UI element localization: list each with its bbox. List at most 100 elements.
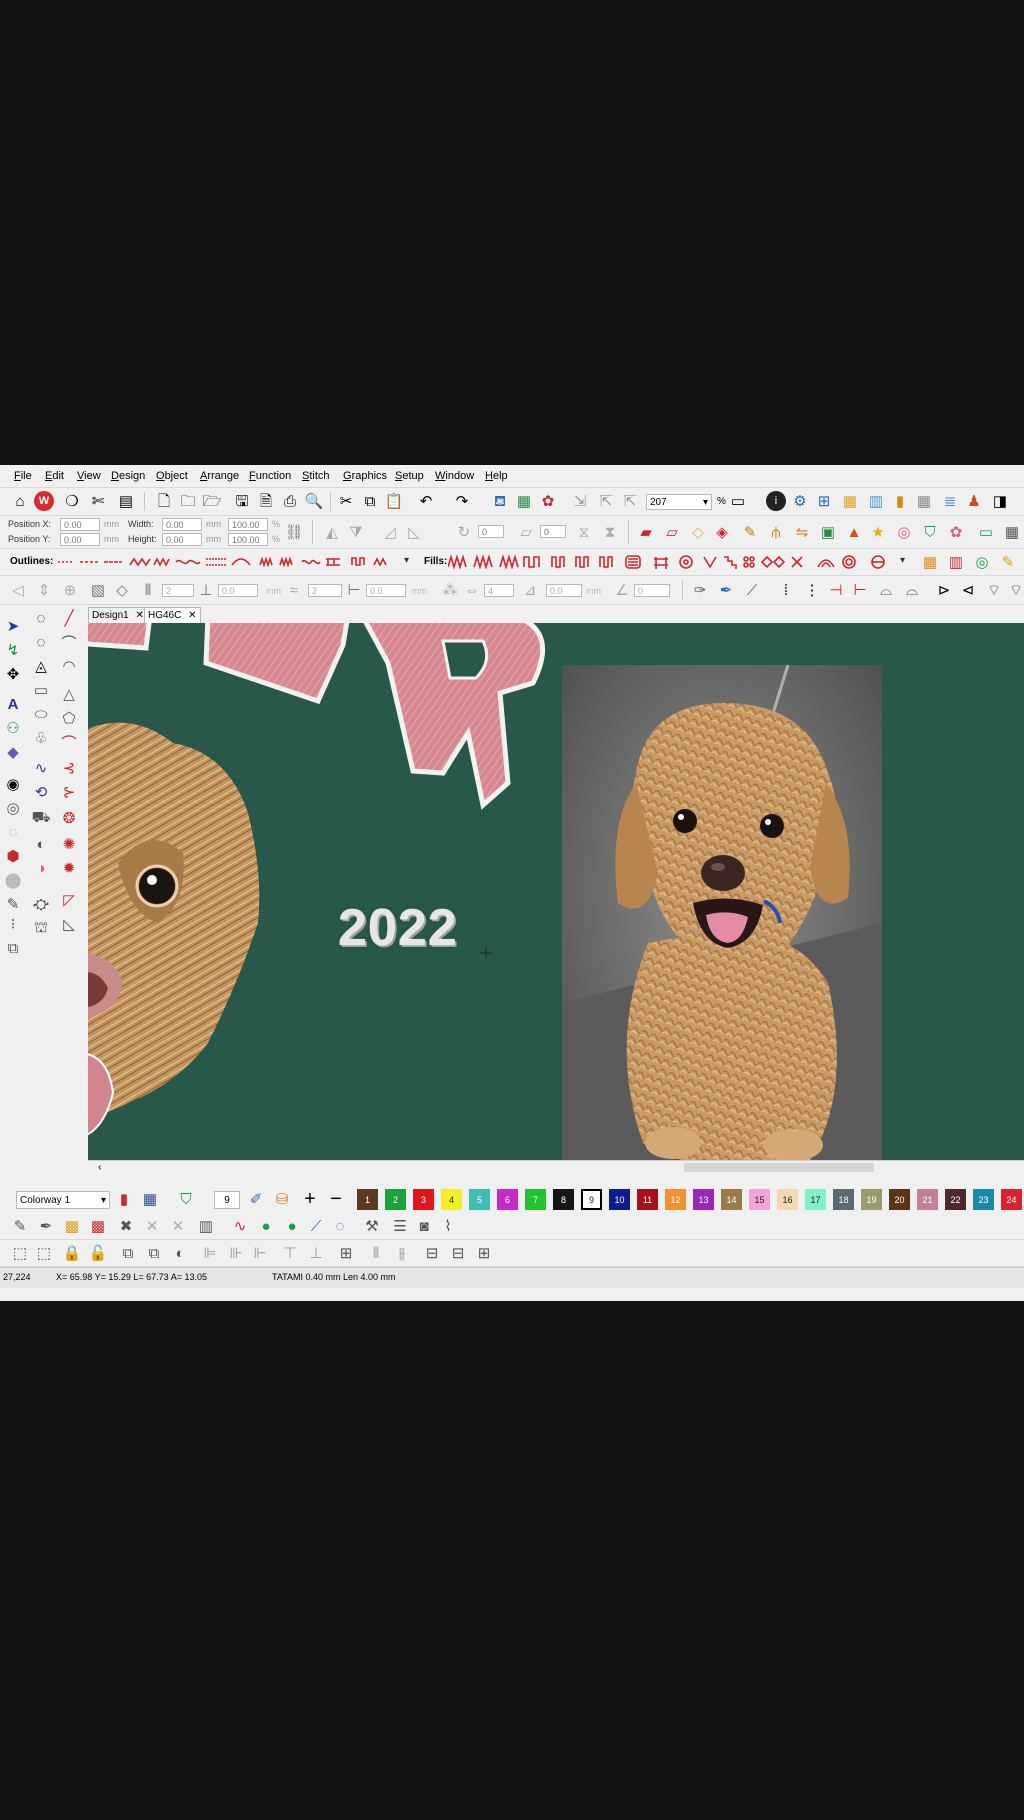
outline-stitch-icons[interactable] — [58, 553, 408, 571]
zigzag-icon[interactable]: ≈ — [284, 580, 304, 600]
thread-swatch-15[interactable]: 15 — [749, 1189, 770, 1210]
table-grid-icon[interactable]: ▦ — [1002, 522, 1022, 542]
stitch-count-input[interactable]: 2 — [162, 584, 194, 597]
pen-icon[interactable]: ✒ — [716, 580, 736, 600]
sequence-icon[interactable]: ▥ — [196, 1216, 216, 1236]
scale-width-input[interactable]: 100.00 — [228, 518, 268, 531]
slider-icon[interactable]: ☰ — [390, 1216, 410, 1236]
arc-icon[interactable]: ⌓ — [876, 580, 896, 600]
complex-fill-icon[interactable]: ⊱ — [58, 781, 80, 803]
star-fill-icon[interactable]: ✹ — [58, 857, 80, 879]
menu-setup[interactable]: Setup — [395, 470, 424, 482]
rotate-skew-icon[interactable]: ◺ — [404, 522, 424, 542]
menu-help[interactable]: Help — [485, 470, 508, 482]
design-text-2022[interactable]: 2022 — [338, 898, 458, 958]
make-same-width-icon[interactable]: ⊟ — [422, 1243, 442, 1263]
elements-icon[interactable]: ✿ — [946, 522, 966, 542]
menu-arrange[interactable]: Arrange — [200, 470, 239, 482]
travel-forward-icon[interactable]: ⇱ — [620, 491, 640, 511]
fractional-icon[interactable]: ◇ — [112, 580, 132, 600]
scroll-thumb[interactable] — [684, 1163, 874, 1172]
thread-swatch-6[interactable]: 6 — [497, 1189, 518, 1210]
needle-icon[interactable]: ⟋ — [742, 580, 762, 600]
auto-split-icon[interactable]: ▧ — [88, 580, 108, 600]
jump-icon[interactable]: ✕ — [168, 1216, 188, 1236]
fills-more-icon[interactable]: ▾ — [900, 555, 905, 566]
thread-swatch-4[interactable]: 4 — [441, 1189, 462, 1210]
info-icon[interactable]: i — [766, 491, 786, 511]
zoom-combo[interactable]: 207 ▾ — [646, 494, 712, 510]
outline-tool-icon[interactable]: ⟲ — [30, 781, 52, 803]
design-properties-icon[interactable]: ⊞ — [814, 491, 834, 511]
tatami-fill-icon[interactable]: ▱ — [662, 522, 682, 542]
make-same-height-icon[interactable]: ⊟ — [448, 1243, 468, 1263]
letter-spacing-icon[interactable]: ⊲ — [958, 580, 978, 600]
tab-hg46c[interactable]: HG46C ✕ — [144, 607, 201, 623]
menu-object[interactable]: Object — [156, 470, 188, 482]
fill-stitch-icons[interactable] — [448, 553, 898, 571]
shapes-icon[interactable]: ▲ — [844, 522, 864, 542]
remove-color-icon[interactable]: − — [326, 1189, 346, 1209]
column-tool-icon[interactable]: ⌒ — [58, 731, 80, 753]
stitch-angle-icon[interactable]: ⛟ — [30, 807, 52, 829]
applique-tool-icon[interactable]: ◐ — [30, 833, 52, 855]
sketch-icon[interactable]: ✎ — [998, 552, 1018, 572]
mirror-merge-icon[interactable]: ◐ — [170, 1243, 190, 1263]
freehand-tool-icon[interactable]: ♧ — [30, 727, 52, 749]
wand-icon[interactable]: ⚒ — [362, 1216, 382, 1236]
reshape-icon[interactable]: ↯ — [2, 639, 24, 661]
green-drop-alt-icon[interactable]: ● — [282, 1216, 302, 1236]
align-right-icon[interactable]: ⊩ — [250, 1243, 270, 1263]
ring-tool-icon[interactable]: ◌ — [2, 821, 24, 843]
step-icon[interactable]: ⇕ — [34, 580, 54, 600]
eyedropper-icon[interactable]: ✐ — [246, 1189, 266, 1209]
scale-height-input[interactable]: 100.00 — [228, 533, 268, 546]
mirror-horizontal-icon[interactable]: ◭ — [322, 522, 342, 542]
align-center-icon[interactable]: ⊪ — [226, 1243, 246, 1263]
pattern-icon[interactable]: ⁂ — [440, 580, 460, 600]
scroll-left-icon[interactable]: ‹ — [98, 1162, 101, 1173]
add-color-icon[interactable]: + — [300, 1189, 320, 1209]
rotate-icon[interactable]: ↻ — [454, 522, 474, 542]
thread-swatch-10[interactable]: 10 — [609, 1189, 630, 1210]
knife-tool-icon[interactable]: ✎ — [10, 1216, 30, 1236]
thread-swatch-3[interactable]: 3 — [413, 1189, 434, 1210]
new-file-icon[interactable]: 🗋 — [154, 491, 174, 511]
wilcom-logo-icon[interactable]: W — [34, 491, 54, 511]
travel-back-icon[interactable]: ⇱ — [596, 491, 616, 511]
run-tool-icon[interactable]: ∿ — [30, 757, 52, 779]
thread-swatch-14[interactable]: 14 — [721, 1189, 742, 1210]
text-tool-icon[interactable]: A — [2, 693, 24, 715]
picture-icon[interactable]: ▣ — [818, 522, 838, 542]
branch-icon[interactable]: ▩ — [88, 1216, 108, 1236]
polygon-tool-icon[interactable]: ⬠ — [58, 707, 80, 729]
thread-swatch-7[interactable]: 7 — [525, 1189, 546, 1210]
group-icon[interactable]: ⬚ — [10, 1243, 30, 1263]
circle-tool-icon[interactable]: ◉ — [2, 773, 24, 795]
close-icon[interactable]: ✕ — [188, 610, 196, 621]
print-icon[interactable]: ⎙ — [280, 491, 300, 511]
kerning-icon[interactable]: ⊣ — [826, 580, 846, 600]
menu-window[interactable]: Window — [435, 470, 474, 482]
skew-icon[interactable]: ◿ — [380, 522, 400, 542]
triangle-tool-icon[interactable]: △ — [58, 683, 80, 705]
menu-edit[interactable]: Edit — [45, 470, 64, 482]
dots-icon[interactable]: ⁝ — [2, 913, 24, 935]
mirror-vertical-icon[interactable]: ⧩ — [346, 522, 366, 542]
open-folder-icon[interactable]: 🗀 — [178, 491, 198, 511]
menu-view[interactable]: View — [77, 470, 101, 482]
thread-swatch-24[interactable]: 24 — [1001, 1189, 1022, 1210]
position-x-input[interactable]: 0.00 — [60, 518, 100, 531]
pen-tool-icon[interactable]: ✒ — [36, 1216, 56, 1236]
knife-icon[interactable]: ✑ — [690, 580, 710, 600]
grid-icon[interactable]: ▦ — [914, 491, 934, 511]
brush-icon[interactable]: ✎ — [2, 893, 24, 915]
monogram-tool-icon[interactable]: ⚇ — [2, 717, 24, 739]
thread-swatch-18[interactable]: 18 — [833, 1189, 854, 1210]
position-y-input[interactable]: 0.00 — [60, 533, 100, 546]
thread-swatch-22[interactable]: 22 — [945, 1189, 966, 1210]
pull-comp-input[interactable]: 4 — [484, 584, 514, 597]
skew-angle-input[interactable]: 0 — [540, 525, 566, 538]
transform-letters-icon[interactable]: ⌔ — [1006, 580, 1024, 600]
arc-tool-icon[interactable]: ⌒ — [58, 631, 80, 653]
